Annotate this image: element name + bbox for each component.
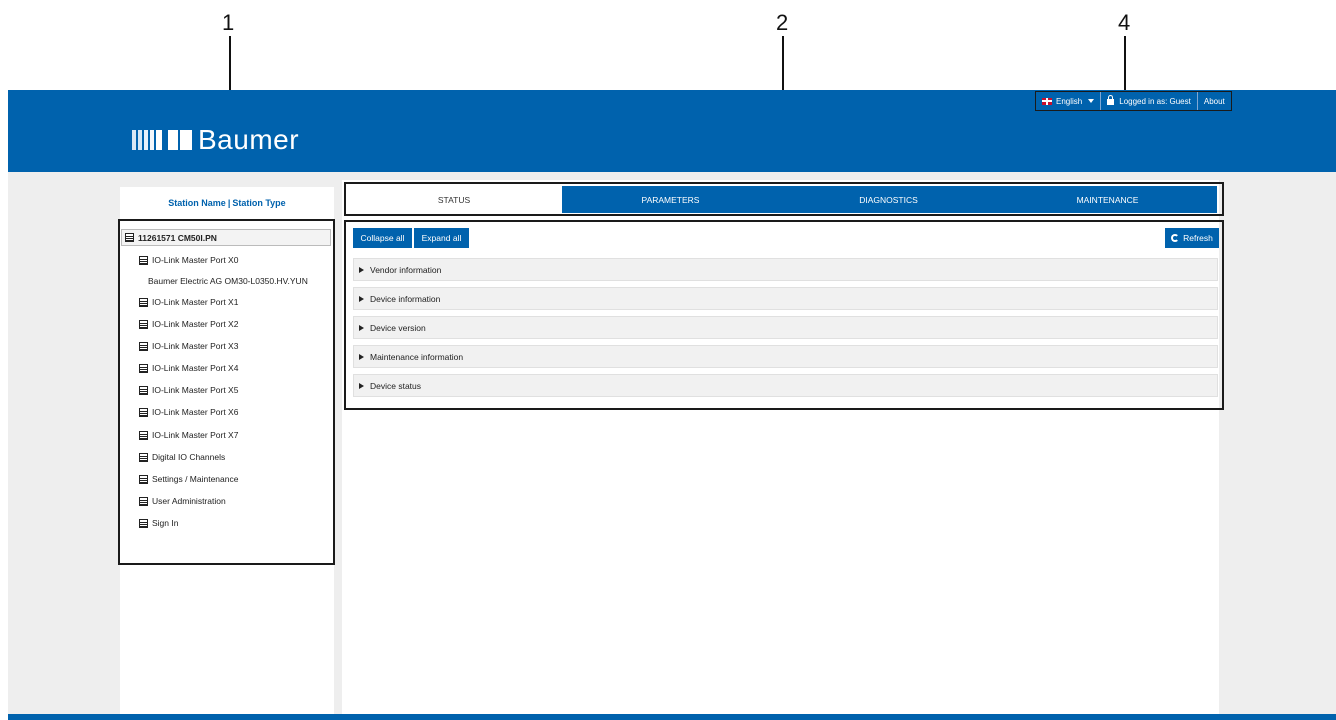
section-device-status[interactable]: Device status: [353, 374, 1218, 397]
device-icon: [139, 407, 148, 417]
tree-item-label: User Administration: [152, 496, 226, 506]
device-icon: [139, 452, 148, 462]
language-selector[interactable]: English: [1036, 92, 1102, 110]
language-label: English: [1056, 96, 1083, 106]
station-type-label[interactable]: Station Type: [232, 198, 285, 208]
uk-flag-icon: [1042, 97, 1052, 105]
device-icon: [139, 385, 148, 395]
callout-1: 1: [222, 10, 235, 35]
login-label: Logged in as: Guest: [1119, 96, 1191, 106]
tree-item-digital-io[interactable]: Digital IO Channels: [139, 452, 225, 462]
device-icon: [139, 430, 148, 440]
refresh-label: Refresh: [1183, 233, 1213, 243]
device-icon: [139, 363, 148, 373]
tree-item-port-x3[interactable]: IO-Link Master Port X3: [139, 341, 238, 351]
footer-strip: [8, 714, 1336, 720]
tree-item-port-x5[interactable]: IO-Link Master Port X5: [139, 385, 238, 395]
lock-icon: [1107, 95, 1115, 105]
tree-item-port-x7[interactable]: IO-Link Master Port X7: [139, 430, 238, 440]
tree-item-label: Settings / Maintenance: [152, 474, 239, 484]
triangle-right-icon: [359, 324, 364, 331]
section-label: Maintenance information: [370, 351, 464, 362]
device-icon: [139, 496, 148, 506]
tree-item-user-admin[interactable]: User Administration: [139, 496, 226, 506]
tree-subitem-device[interactable]: Baumer Electric AG OM30-L0350.HV.YUN: [148, 276, 308, 286]
device-icon: [139, 255, 148, 265]
refresh-button[interactable]: Refresh: [1165, 228, 1219, 248]
tree-item-label: Sign In: [152, 518, 179, 528]
section-device-version[interactable]: Device version: [353, 316, 1218, 339]
tree-item-label: IO-Link Master Port X4: [152, 363, 239, 373]
tree-item-sign-in[interactable]: Sign In: [139, 518, 178, 528]
callout-4: 4: [1118, 10, 1131, 35]
collapse-all-button[interactable]: Collapse all: [353, 228, 412, 248]
tree-item-label: Digital IO Channels: [152, 452, 226, 462]
station-panel-title: Station Name | Station Type: [120, 198, 334, 208]
callout-4-line: [1124, 36, 1126, 92]
station-name-label[interactable]: Station Name: [168, 198, 226, 208]
tree-item-port-x0[interactable]: IO-Link Master Port X0: [139, 255, 238, 265]
triangle-right-icon: [359, 266, 364, 273]
callout-2: 2: [776, 10, 789, 35]
tree-item-label: IO-Link Master Port X5: [152, 385, 239, 395]
section-vendor-information[interactable]: Vendor information: [353, 258, 1218, 281]
about-label: About: [1203, 96, 1225, 106]
tree-item-label: IO-Link Master Port X0: [152, 255, 239, 265]
section-label: Vendor information: [370, 264, 442, 275]
tabs-highlight-box: [344, 182, 1224, 216]
tree-item-label: IO-Link Master Port X2: [152, 319, 239, 329]
section-label: Device version: [370, 322, 426, 333]
section-label: Device status: [370, 380, 422, 391]
refresh-icon: [1171, 234, 1180, 242]
device-icon: [139, 518, 148, 528]
tree-item-label: IO-Link Master Port X6: [152, 407, 239, 417]
section-maintenance-information[interactable]: Maintenance information: [353, 345, 1218, 368]
expand-all-button[interactable]: Expand all: [414, 228, 469, 248]
caret-down-icon: [1088, 99, 1095, 103]
tree-root-label: 11261571 CM50I.PN: [138, 232, 217, 243]
logo-bars-icon: [132, 130, 192, 150]
tree-item-label: IO-Link Master Port X7: [152, 430, 239, 440]
device-icon: [139, 297, 148, 307]
login-status[interactable]: Logged in as: Guest: [1101, 92, 1198, 110]
tree-item-port-x1[interactable]: IO-Link Master Port X1: [139, 297, 238, 307]
tree-item-label: IO-Link Master Port X1: [152, 297, 239, 307]
tree-item-label: IO-Link Master Port X3: [152, 341, 239, 351]
baumer-logo: Baumer: [132, 120, 299, 160]
section-device-information[interactable]: Device information: [353, 287, 1218, 310]
device-icon: [139, 341, 148, 351]
tree-item-port-x6[interactable]: IO-Link Master Port X6: [139, 407, 238, 417]
triangle-right-icon: [359, 295, 364, 302]
device-icon: [139, 474, 148, 484]
triangle-right-icon: [359, 353, 364, 360]
device-icon: [139, 319, 148, 329]
tree-item-port-x2[interactable]: IO-Link Master Port X2: [139, 319, 238, 329]
title-separator: |: [227, 198, 231, 208]
device-icon: [125, 233, 134, 242]
tree-item-settings[interactable]: Settings / Maintenance: [139, 474, 238, 484]
top-user-bar: English Logged in as: Guest About: [1035, 91, 1232, 111]
tree-root-station[interactable]: 11261571 CM50I.PN: [121, 229, 331, 246]
about-link[interactable]: About: [1198, 92, 1231, 110]
logo-text: Baumer: [198, 124, 300, 155]
triangle-right-icon: [359, 382, 364, 389]
section-label: Device information: [370, 293, 441, 304]
tree-item-port-x4[interactable]: IO-Link Master Port X4: [139, 363, 238, 373]
